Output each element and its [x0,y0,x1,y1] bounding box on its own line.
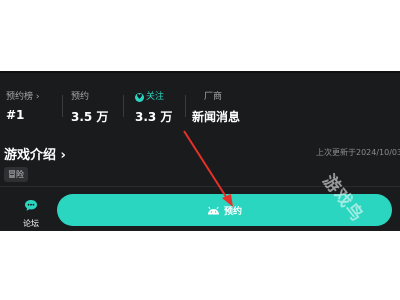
reserve-count-label: 预约 [71,92,90,102]
reserve-count-stat: 预约 3.5 万 [71,89,108,125]
follow-stat[interactable]: ♥ 关注 3.3 万 [135,89,172,125]
heart-icon: ♥ [135,93,144,102]
genre-tag[interactable]: 冒险 [4,167,28,182]
stat-divider [62,95,63,117]
stat-divider [123,95,124,117]
game-intro-title: 游戏介绍 [4,148,57,163]
chat-bubble-icon [25,200,37,211]
rank-label-text: 预约榜 [6,92,34,102]
developer-value: 新闻消息 [192,110,241,124]
android-icon [207,206,219,214]
developer-stat[interactable]: 厂商 新闻消息 [192,89,240,125]
top-border [0,71,400,73]
forum-label: 论坛 [23,219,39,228]
stat-divider [185,95,186,117]
reserve-button-label: 预约 [223,206,242,217]
developer-label: 厂商 [192,89,240,102]
developer-label-text: 厂商 [204,92,223,102]
last-update-time: 上次更新于2024/10/03 [316,148,400,157]
rank-label: 预约榜 › [6,89,40,102]
chevron-right-icon: › [60,148,66,163]
rank-stat[interactable]: 预约榜 › #1 [6,89,40,122]
game-intro-heading[interactable]: 游戏介绍 › [4,144,66,163]
rank-value: #1 [6,108,25,122]
chevron-right-icon: › [35,92,40,102]
follow-label: ♥ 关注 [135,89,172,102]
reserve-count-value: 3.5 万 [71,110,109,124]
forum-button[interactable]: 论坛 [14,197,48,229]
follow-label-text: 关注 [146,92,165,102]
follow-count-value: 3.3 万 [135,110,173,124]
